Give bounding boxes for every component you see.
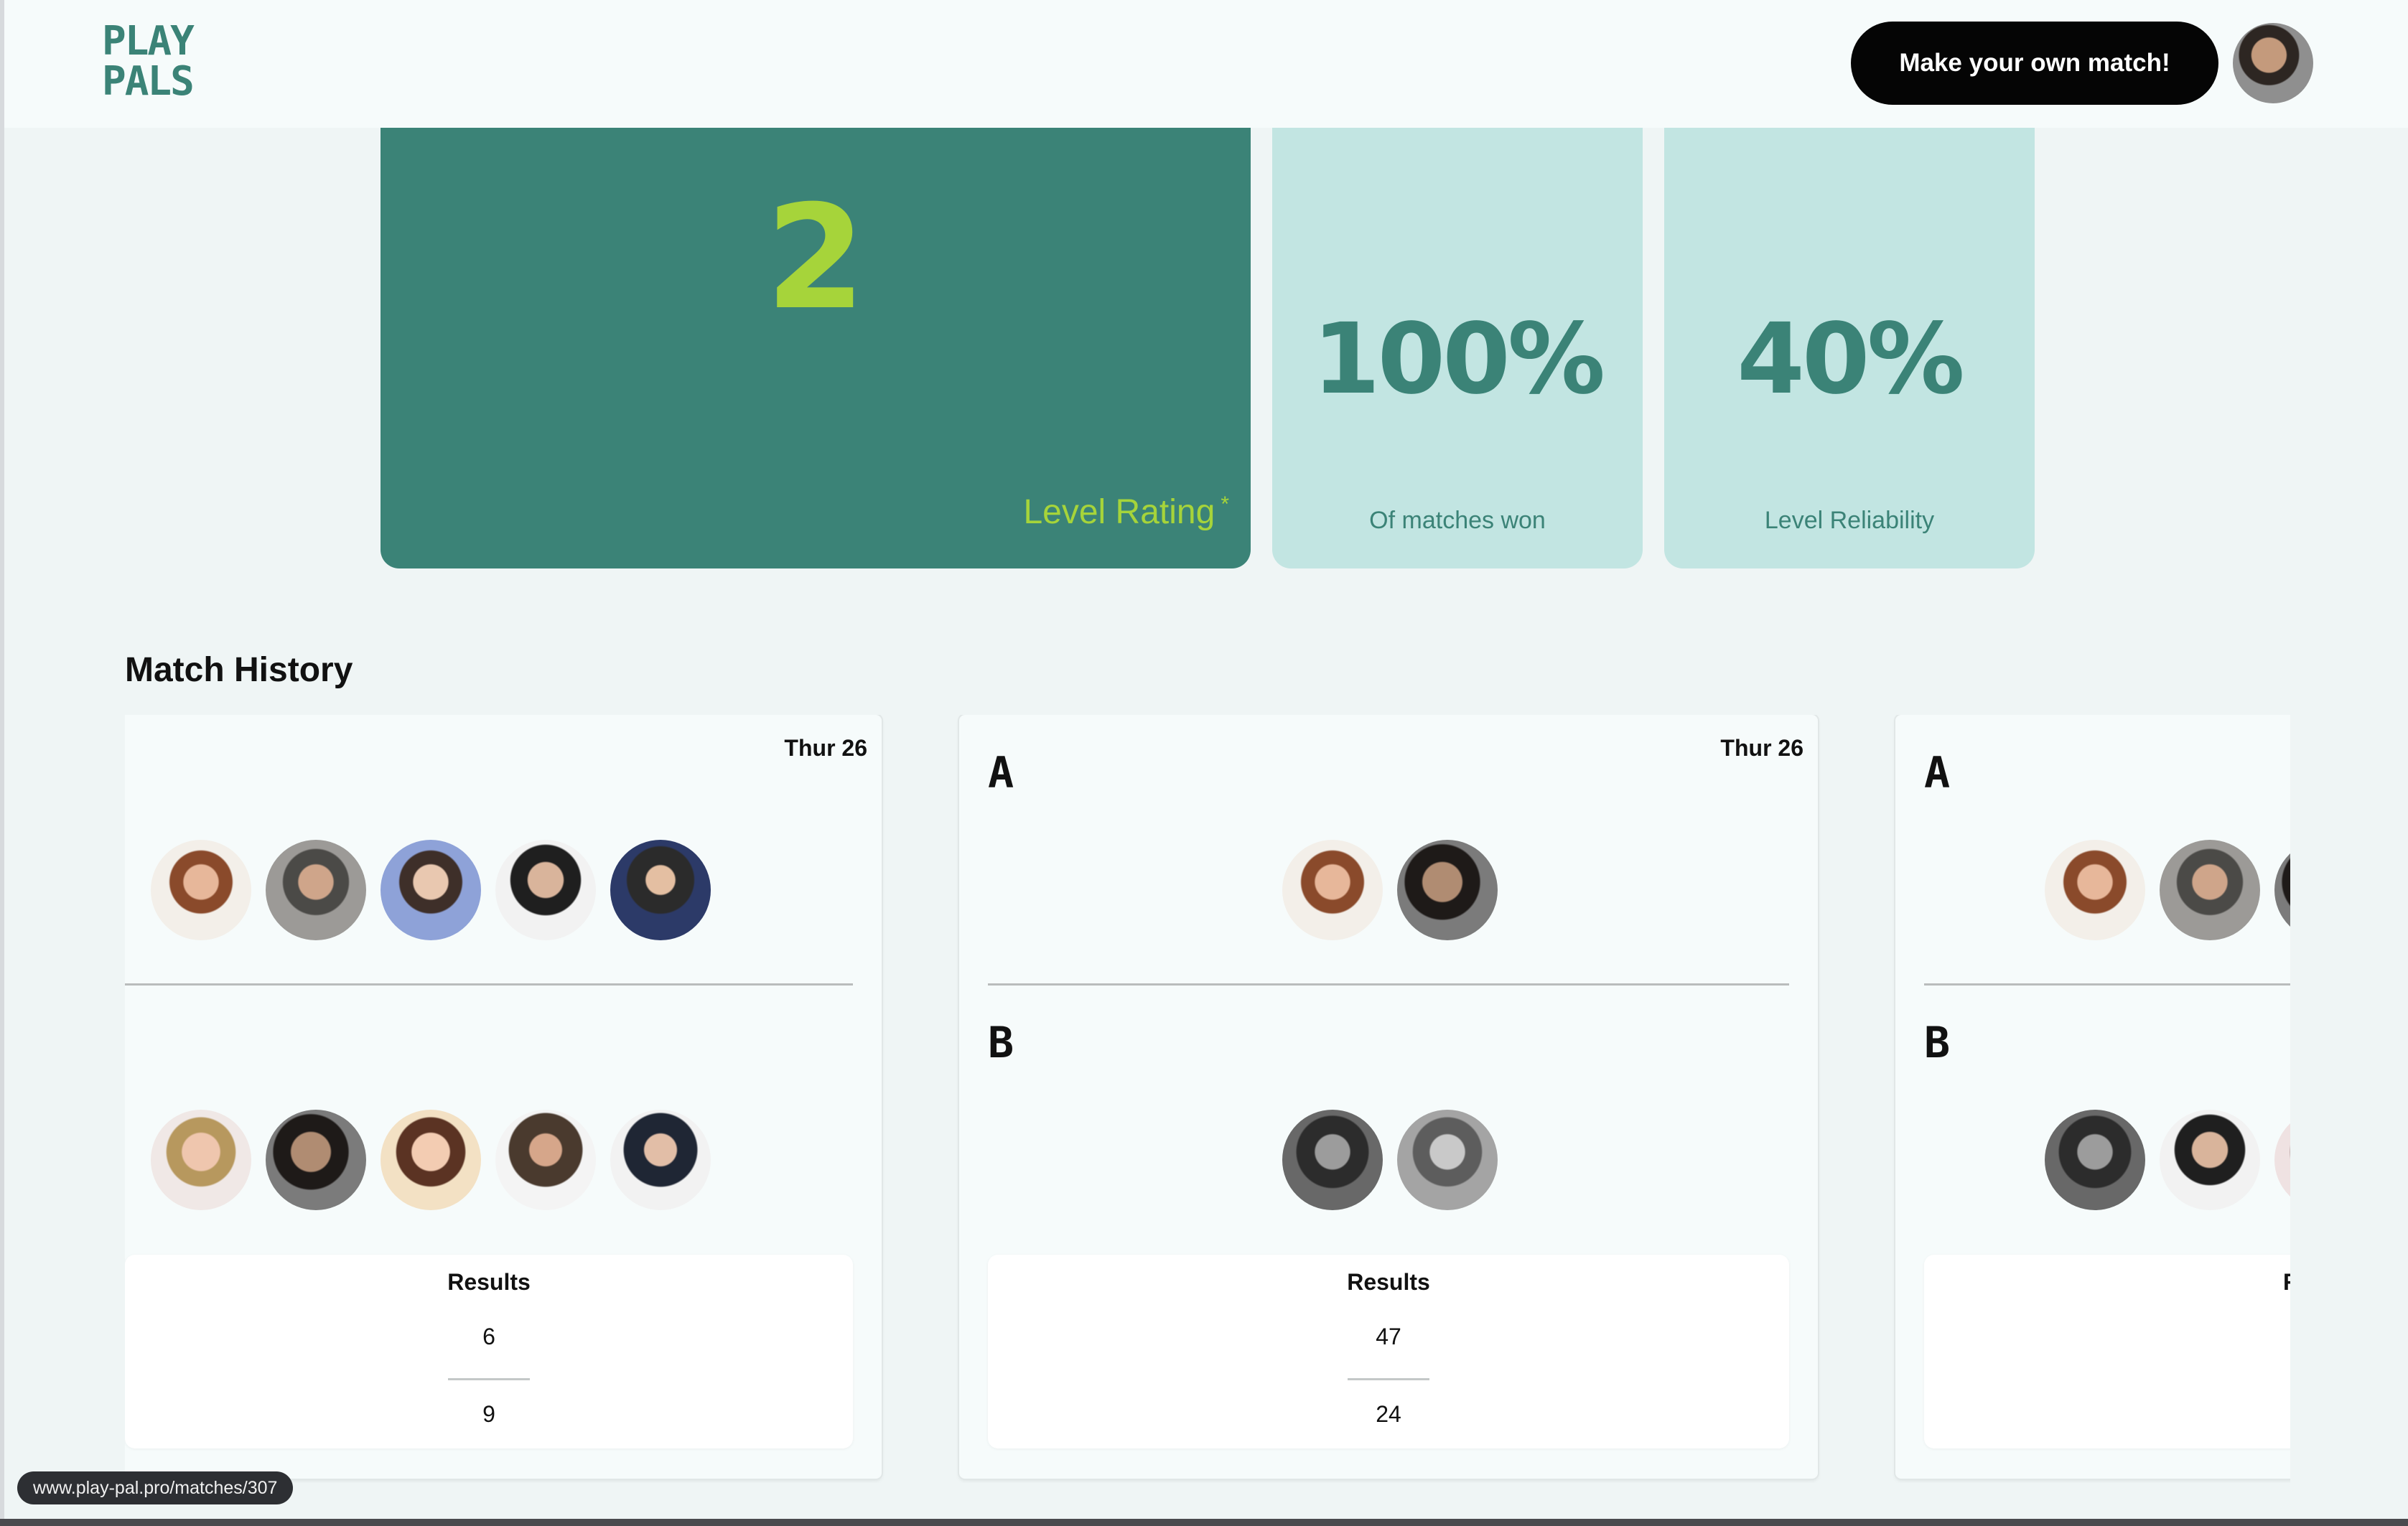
window-bottom-edge [0,1519,2408,1526]
playpals-logo[interactable]: PLAY PALS [102,22,224,105]
player-avatar[interactable] [151,840,251,940]
results-title: Results [1347,1269,1430,1295]
team-a-players [2045,840,2290,940]
results-box: R [1924,1255,2290,1448]
player-avatar[interactable] [610,1110,711,1210]
team-divider [1924,983,2290,986]
player-avatar[interactable] [381,1110,481,1210]
match-date: Thur 26 [1720,735,1803,761]
level-reliability-value: 40% [1737,303,1965,416]
make-your-own-match-button[interactable]: Make your own match! [1851,22,2218,105]
score-team-b: 9 [482,1401,495,1427]
match-history-title: Match History [125,650,353,689]
player-avatar[interactable] [2160,1110,2260,1210]
team-b-players [2045,1110,2290,1210]
match-date: Thur 26 [784,735,867,761]
matches-won-label: Of matches won [1369,507,1546,534]
player-avatar[interactable] [2274,1110,2290,1210]
player-avatar[interactable] [2274,840,2290,940]
results-title: R [2283,1269,2290,1296]
team-b-label: B [988,1018,1014,1068]
level-rating-value: 2 [765,174,866,342]
team-b-players [151,1110,711,1210]
link-status-tooltip: www.play-pal.pro/matches/307 [17,1471,294,1504]
team-divider [988,983,1789,986]
level-rating-card: 2 Level Rating * [381,128,1251,568]
player-avatar[interactable] [495,1110,596,1210]
level-rating-label: Level Rating [1023,493,1215,531]
player-avatar[interactable] [1282,1110,1383,1210]
logo-line-1: PLAY [102,18,195,65]
player-avatar[interactable] [1397,840,1498,940]
score-team-b: 24 [1376,1401,1401,1427]
player-avatar[interactable] [2045,840,2145,940]
player-avatar[interactable] [151,1110,251,1210]
player-avatar[interactable] [1282,840,1383,940]
player-avatar[interactable] [2160,840,2260,940]
logo-line-2: PALS [102,58,195,105]
results-box: Results 6 9 [125,1255,853,1448]
team-b-label: B [1924,1018,1951,1068]
player-avatar[interactable] [2045,1110,2145,1210]
results-title: Results [447,1269,531,1295]
score-team-a: 6 [482,1324,495,1349]
top-navbar: PLAY PALS Make your own match! [4,0,2408,128]
level-reliability-card: 40% Level Reliability [1664,128,2035,568]
player-avatar[interactable] [381,840,481,940]
match-card[interactable]: Thur 26 A B Results 47 24 [959,715,1818,1479]
matches-won-card: 100% Of matches won [1272,128,1643,568]
window-edge [0,0,4,1526]
user-avatar[interactable] [2233,23,2313,103]
score-divider [448,1378,530,1380]
team-a-label: A [988,748,1014,798]
score-team-a: 47 [1376,1324,1401,1349]
asterisk-icon: * [1221,492,1229,516]
team-a-players [151,840,711,940]
player-avatar[interactable] [266,840,366,940]
team-a-players [1282,840,1498,940]
team-a-label: A [1924,748,1951,798]
results-box: Results 47 24 [988,1255,1789,1448]
player-avatar[interactable] [266,1110,366,1210]
match-card[interactable]: Thur 26 Results 6 9 [125,715,882,1479]
level-reliability-label: Level Reliability [1764,507,1935,534]
player-avatar[interactable] [610,840,711,940]
match-history-carousel[interactable]: Thur 26 Results 6 9 Thur 26 A B Results … [125,715,2290,1483]
player-avatar[interactable] [495,840,596,940]
level-rating-label-wrap: Level Rating * [1023,492,1229,532]
player-avatar[interactable] [1397,1110,1498,1210]
matches-won-value: 100% [1312,303,1605,416]
score-divider [1348,1378,1429,1380]
match-card[interactable]: A B R [1895,715,2290,1479]
team-b-players [1282,1110,1498,1210]
team-divider [125,983,853,986]
